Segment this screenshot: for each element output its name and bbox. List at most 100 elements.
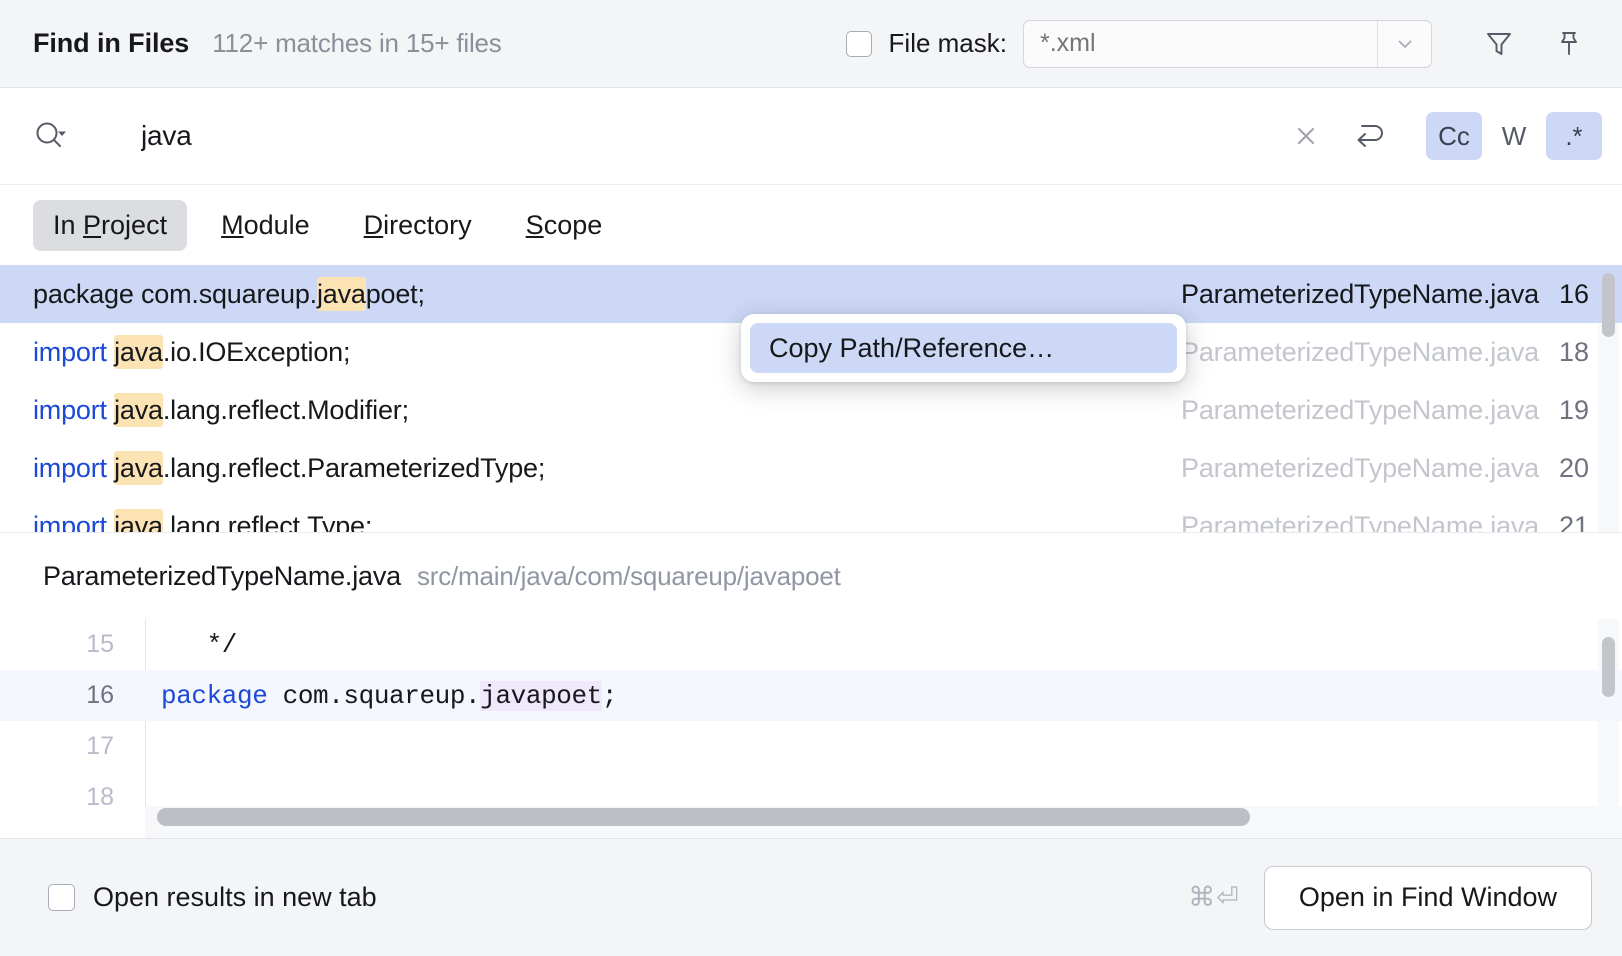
result-file-name: ParameterizedTypeName.java — [1181, 452, 1539, 483]
revert-arrow-icon — [1357, 125, 1383, 147]
tab-module[interactable]: Module — [201, 200, 330, 251]
file-mask-input[interactable] — [1024, 20, 1377, 67]
search-options-button[interactable] — [33, 119, 79, 153]
menu-item-copy-path-reference[interactable]: Copy Path/Reference… — [750, 323, 1177, 373]
search-row: Cc W .* — [0, 88, 1622, 185]
match-case-toggle[interactable]: Cc — [1426, 112, 1482, 160]
file-mask-checkbox[interactable] — [845, 30, 872, 57]
match-summary: 112+ matches in 15+ files — [212, 28, 502, 58]
revert-search-button[interactable] — [1342, 112, 1398, 160]
words-toggle[interactable]: W — [1486, 112, 1542, 160]
pin-icon — [1561, 31, 1577, 55]
preview-scrollbar-thumb[interactable] — [1602, 637, 1615, 697]
preview-pane: ParameterizedTypeName.java src/main/java… — [0, 533, 1622, 838]
open-in-find-window-button[interactable]: Open in Find Window — [1263, 865, 1592, 930]
result-keyword: import — [33, 394, 115, 425]
result-pre: package com.squareup. — [33, 278, 317, 309]
code-mid: com.squareup. — [267, 680, 481, 711]
filter-button[interactable] — [1472, 17, 1526, 71]
result-line-number: 19 — [1558, 394, 1589, 425]
preview-file-header: ParameterizedTypeName.java src/main/java… — [0, 533, 1622, 619]
result-post: .io.IOException; — [162, 336, 351, 367]
tab-in-project-suffix: roject — [101, 209, 168, 240]
tab-in-project-mnemonic: P — [83, 209, 102, 240]
code-line: 16 package com.squareup.javapoet; — [0, 670, 1622, 721]
result-match: java — [114, 508, 163, 532]
result-code-snippet: import java.lang.reflect.ParameterizedTy… — [33, 450, 546, 485]
code-line: 17 — [0, 721, 1622, 772]
result-post: .lang.reflect.ParameterizedType; — [162, 452, 546, 483]
keyboard-shortcut-hint: ⌘⏎ — [1188, 882, 1240, 912]
file-mask-dropdown-button[interactable] — [1377, 20, 1431, 67]
code-preview[interactable]: 15 */ 16 package com.squareup.javapoet; … — [0, 619, 1622, 838]
line-number: 18 — [86, 783, 114, 811]
result-line-number: 20 — [1558, 452, 1589, 483]
open-in-new-tab-checkbox[interactable] — [48, 884, 75, 911]
tab-scope-mnemonic: S — [525, 209, 544, 240]
close-icon — [1298, 128, 1314, 144]
search-input[interactable] — [141, 120, 1282, 152]
table-row[interactable]: import java.lang.reflect.ParameterizedTy… — [0, 439, 1622, 497]
filter-funnel-icon — [1487, 32, 1511, 55]
table-row[interactable]: import java.lang.reflect.Type; Parameter… — [0, 497, 1622, 533]
open-in-new-tab-label: Open results in new tab — [93, 882, 377, 912]
result-match: java — [114, 392, 163, 427]
result-keyword: import — [33, 336, 115, 367]
tab-directory-mnemonic: D — [363, 209, 384, 240]
result-code-snippet: import java.lang.reflect.Modifier; — [33, 392, 409, 427]
result-line-number: 21 — [1558, 510, 1589, 533]
regex-toggle[interactable]: .* — [1546, 112, 1602, 160]
tab-directory[interactable]: Directory — [344, 200, 492, 251]
dialog-footer: Open results in new tab ⌘⏎ Open in Find … — [0, 838, 1622, 956]
results-list[interactable]: package com.squareup.javapoet; Parameter… — [0, 265, 1622, 533]
preview-file-path: src/main/java/com/squareup/javapoet — [416, 560, 841, 591]
tab-in-project-prefix: In — [53, 209, 84, 240]
file-mask-group: File mask: — [845, 19, 1432, 68]
context-menu[interactable]: Copy Path/Reference… — [741, 314, 1186, 382]
result-file-name: ParameterizedTypeName.java — [1181, 336, 1539, 367]
result-keyword: import — [33, 510, 115, 533]
code-match-highlight: javapoet — [480, 680, 602, 711]
tab-scope-suffix: cope — [543, 209, 603, 240]
tab-module-mnemonic: M — [221, 209, 244, 240]
result-match: java — [114, 450, 163, 485]
result-line-number: 16 — [1558, 278, 1589, 309]
results-scrollbar-thumb[interactable] — [1602, 273, 1615, 337]
code-line: 15 */ — [0, 619, 1622, 670]
line-number: 16 — [86, 681, 114, 709]
result-line-number: 18 — [1558, 336, 1589, 367]
line-content: package com.squareup.javapoet; — [145, 680, 618, 711]
result-match: java — [114, 334, 163, 369]
result-keyword: import — [33, 452, 115, 483]
scope-tabs: In Project Module Directory Scope — [0, 185, 1622, 265]
page-title: Find in Files — [33, 28, 190, 58]
code-tail: ; — [601, 680, 618, 711]
code-keyword: package — [161, 680, 268, 711]
result-file-name: ParameterizedTypeName.java — [1181, 510, 1539, 533]
clear-search-button[interactable] — [1282, 112, 1330, 160]
tab-scope[interactable]: Scope — [506, 200, 623, 251]
result-file-name: ParameterizedTypeName.java — [1181, 278, 1539, 309]
dialog-header: Find in Files 112+ matches in 15+ files … — [0, 0, 1622, 88]
tab-directory-suffix: irectory — [383, 209, 472, 240]
result-post: .lang.reflect.Modifier; — [162, 394, 409, 425]
line-content: */ — [161, 629, 238, 660]
search-actions: Cc W .* — [1282, 112, 1602, 160]
search-icon — [36, 122, 66, 147]
preview-hscrollbar-thumb[interactable] — [157, 808, 1250, 826]
table-row[interactable]: import java.lang.reflect.Modifier; Param… — [0, 381, 1622, 439]
file-mask-label: File mask: — [888, 28, 1007, 58]
result-post: .lang.reflect.Type; — [162, 510, 373, 533]
open-in-new-tab-checkbox-group[interactable]: Open results in new tab — [48, 882, 377, 913]
tab-module-suffix: odule — [243, 209, 310, 240]
pin-button[interactable] — [1542, 17, 1596, 71]
result-file-name: ParameterizedTypeName.java — [1181, 394, 1539, 425]
result-code-snippet: import java.lang.reflect.Type; — [33, 508, 373, 533]
chevron-down-icon — [1398, 40, 1411, 48]
tab-in-project[interactable]: In Project — [33, 199, 188, 251]
file-mask-field[interactable] — [1023, 19, 1432, 68]
result-post: poet; — [365, 278, 425, 309]
result-match: java — [316, 276, 366, 311]
line-number: 15 — [86, 630, 114, 658]
line-number: 17 — [86, 732, 114, 760]
